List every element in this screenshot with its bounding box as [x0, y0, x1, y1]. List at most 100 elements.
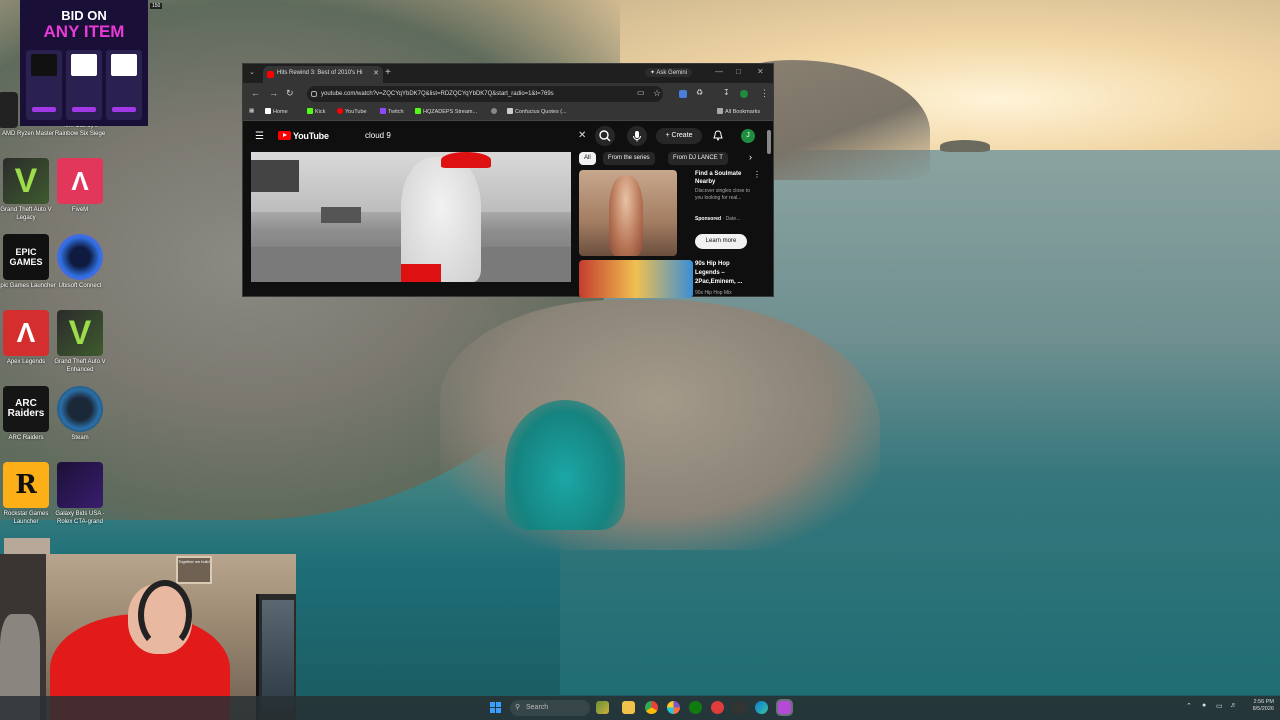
- widgets-icon[interactable]: [596, 701, 609, 714]
- wallpaper-islet: [940, 140, 990, 152]
- file-explorer-icon[interactable]: [622, 701, 635, 714]
- xbox-icon[interactable]: [689, 701, 702, 714]
- menu-kebab-icon[interactable]: ⋮: [760, 88, 769, 99]
- chrome-icon[interactable]: [645, 701, 658, 714]
- account-avatar[interactable]: J: [741, 129, 755, 143]
- rockstar-icon: R: [3, 462, 49, 508]
- more-options-icon[interactable]: ⋮: [753, 170, 761, 179]
- address-bar-row: ← → ↻ youtube.com/watch?v=ZQCYqYbDK7Q&li…: [243, 83, 773, 105]
- voice-search-button[interactable]: [627, 126, 647, 146]
- cast-icon[interactable]: ▭: [637, 88, 645, 97]
- tab-youtube[interactable]: Hits Rewind 3: Best of 2010's Hi ✕: [263, 66, 383, 83]
- galaxy-bids-icon: [57, 462, 103, 508]
- tray-mic-icon[interactable]: ●: [1202, 702, 1206, 709]
- headphones: [138, 580, 192, 650]
- desktop-icon-rockstar-launcher[interactable]: R Rockstar Games Launcher: [0, 462, 56, 526]
- chip-all[interactable]: All: [579, 152, 596, 165]
- bookmark-home[interactable]: Home: [265, 108, 288, 115]
- chip-from-the-series[interactable]: From the series: [603, 152, 655, 165]
- desktop-icon-gta-v-legacy[interactable]: V Grand Theft Auto V Legacy: [0, 158, 56, 222]
- desktop-icon-gta-v-enhanced[interactable]: V Grand Theft Auto V Enhanced: [50, 310, 110, 374]
- youtube-search-input[interactable]: cloud 9: [359, 128, 579, 144]
- clear-search-icon[interactable]: ✕: [578, 130, 586, 141]
- sponsored-suggestion[interactable]: Find a Soulmate Nearby Discover singles …: [579, 170, 761, 260]
- bookmark-unnamed[interactable]: [491, 108, 499, 115]
- back-icon[interactable]: ←: [251, 88, 260, 98]
- minimize-icon[interactable]: —: [715, 67, 723, 76]
- chip-from-dj-lance[interactable]: From DJ LANCE T: [668, 152, 728, 165]
- site-info-icon[interactable]: [311, 91, 317, 97]
- bookmark-kick[interactable]: Kick: [307, 108, 325, 115]
- hamburger-menu-icon[interactable]: ☰: [255, 131, 264, 142]
- bookmark-twitch[interactable]: Twitch: [380, 108, 404, 115]
- desktop-icon-apex-legends[interactable]: Λ Apex Legends: [0, 310, 56, 366]
- system-clock[interactable]: 2:56 PM 8/5/2026: [1246, 699, 1274, 713]
- bookmark-youtube[interactable]: YouTube: [337, 108, 367, 115]
- steam-icon: [57, 386, 103, 432]
- close-window-icon[interactable]: ✕: [757, 67, 764, 76]
- gta-v-enhanced-icon: V: [57, 310, 103, 356]
- chevron-right-icon[interactable]: ›: [749, 152, 752, 162]
- sponsored-thumbnail[interactable]: [579, 170, 677, 256]
- profile-avatar-icon[interactable]: [740, 90, 748, 98]
- wall-sign: Together we build: [176, 556, 212, 584]
- extension-icon[interactable]: [679, 90, 687, 98]
- close-tab-icon[interactable]: ✕: [373, 66, 379, 81]
- extensions-puzzle-icon[interactable]: ♻: [696, 88, 703, 97]
- search-icon: [599, 130, 611, 142]
- youtube-play-icon: [278, 131, 291, 140]
- taskbar-search[interactable]: ⚲ Search: [510, 700, 590, 716]
- desktop-icon-epic-games[interactable]: EPIC GAMES Epic Games Launcher: [0, 234, 56, 290]
- app-active-icon[interactable]: [778, 701, 791, 714]
- desktop-icon-partial[interactable]: [4, 538, 50, 554]
- desktop-icon-arc-raiders[interactable]: ARC Raiders ARC Raiders: [0, 386, 56, 442]
- amd-icon: [0, 92, 18, 128]
- calculator-icon[interactable]: [733, 701, 746, 714]
- learn-more-button[interactable]: Learn more: [695, 234, 747, 249]
- notifications-bell-icon[interactable]: [713, 130, 723, 141]
- suggestion-description: Discover singles close to you looking fo…: [695, 188, 751, 201]
- desktop-icon-galaxy-bids[interactable]: Galaxy Bids USA - Rolex CTA-grand: [50, 462, 110, 526]
- scrollbar[interactable]: [767, 130, 771, 154]
- suggestion-thumbnail[interactable]: [579, 260, 693, 298]
- app-icon[interactable]: [667, 701, 680, 714]
- tray-chevron-icon[interactable]: ⌃: [1186, 702, 1192, 710]
- tab-search-icon[interactable]: ⌄: [249, 68, 255, 76]
- desktop-icon-ubisoft-connect[interactable]: Ubisoft Connect: [50, 234, 110, 290]
- counter-badge: 150: [150, 3, 163, 9]
- desktop-icon-steam[interactable]: Steam: [50, 386, 110, 442]
- epic-games-icon: EPIC GAMES: [3, 234, 49, 280]
- network-icon[interactable]: ▭: [1216, 702, 1223, 710]
- suggestion-title: Find a Soulmate Nearby: [695, 171, 742, 185]
- bookmark-star-icon[interactable]: ☆: [653, 88, 661, 99]
- microphone-icon: [633, 131, 641, 142]
- ubisoft-icon: [57, 234, 103, 280]
- volume-icon[interactable]: ♬: [1230, 702, 1237, 709]
- ad-overlay[interactable]: BID ON ANY ITEM: [20, 0, 148, 126]
- forward-icon[interactable]: →: [269, 88, 278, 98]
- desktop-icon-fivem[interactable]: Λ FiveM: [50, 158, 110, 214]
- bookmark-hqzadeps-stream[interactable]: HQZADEPS Stream...: [415, 108, 477, 115]
- ask-gemini-button[interactable]: ✦ Ask Gemini: [645, 68, 693, 77]
- edge-icon[interactable]: [755, 701, 768, 714]
- maximize-icon[interactable]: □: [736, 67, 741, 76]
- all-bookmarks[interactable]: All Bookmarks: [717, 108, 760, 115]
- suggestion-title: 90s Hip Hop Legends – 2Pac,Eminem, ...: [695, 261, 743, 285]
- tab-bar: ⌄ Hits Rewind 3: Best of 2010's Hi ✕ + ✦…: [243, 64, 773, 83]
- fivem-icon: Λ: [57, 158, 103, 204]
- youtube-header: ☰ YouTube cloud 9 ✕ + Create J: [243, 122, 773, 150]
- taskbar: ⚲ Search ⌃ ● ▭ ♬ 2:56 PM 8/5/2026: [0, 696, 1280, 720]
- bookmark-confucius-quotes[interactable]: Confucius Quotes (...: [507, 108, 567, 115]
- search-button[interactable]: [595, 126, 615, 146]
- new-tab-button[interactable]: +: [385, 67, 391, 78]
- create-button[interactable]: + Create: [656, 128, 702, 144]
- reload-icon[interactable]: ↻: [286, 88, 294, 99]
- video-suggestion[interactable]: 90s Hip Hop Legends – 2Pac,Eminem, ... 9…: [579, 260, 759, 298]
- url-field[interactable]: youtube.com/watch?v=ZQCYqYbDK7Q&list=RDZ…: [307, 86, 663, 102]
- app-red-icon[interactable]: [711, 701, 724, 714]
- downloads-icon[interactable]: ↧: [723, 88, 730, 97]
- video-player[interactable]: [251, 152, 571, 282]
- start-button[interactable]: [490, 702, 502, 714]
- apps-grid-icon[interactable]: ▦: [249, 108, 254, 114]
- youtube-logo[interactable]: YouTube: [278, 131, 329, 141]
